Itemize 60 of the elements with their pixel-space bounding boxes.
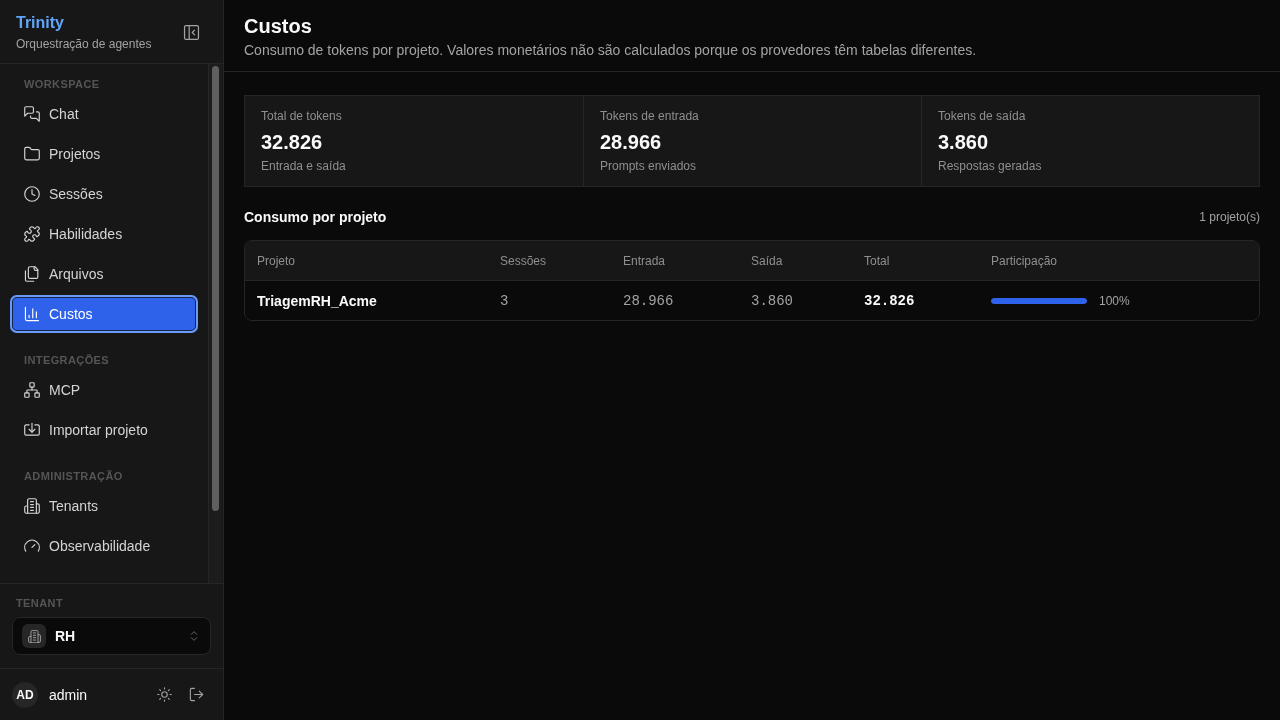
share-percent: 100% xyxy=(1099,293,1130,308)
nav-item[interactable]: Observabilidade xyxy=(10,527,198,565)
nav-item[interactable]: Tenants xyxy=(10,487,198,525)
table-cell-text: 3.860 xyxy=(750,292,794,309)
puzzle-icon xyxy=(24,226,40,242)
section-heading: ADMINISTRAÇÃO xyxy=(23,469,124,484)
nav-item[interactable]: Custos xyxy=(10,295,198,333)
chevrons-up-down-icon xyxy=(188,630,200,642)
stat-label: Tokens de entrada xyxy=(600,108,700,124)
column-header: Sessões xyxy=(499,253,548,268)
nav-item[interactable]: Arquivos xyxy=(10,255,198,293)
table-cell-text: 28.966 xyxy=(622,292,675,309)
stat-caption: Entrada e saída xyxy=(261,158,347,174)
column-header: Saída xyxy=(750,253,784,268)
page-description: Consumo de tokens por projeto. Valores monetários não são calculados porque os provedores têm tabelas diferentes. xyxy=(244,41,978,60)
bar-chart-icon xyxy=(24,306,40,322)
user-name: admin xyxy=(49,686,88,703)
column-header: Participação xyxy=(990,253,1059,268)
page-title: Custos xyxy=(244,14,313,39)
section-heading: INTEGRAÇÕES xyxy=(23,353,111,368)
column-header: Total xyxy=(863,253,891,268)
nav-item[interactable]: Projetos xyxy=(10,135,198,173)
project-count: 1 projeto(s) xyxy=(1199,210,1260,224)
table-cell-text: 32.826 xyxy=(863,292,916,309)
chat-bubbles-icon xyxy=(24,106,40,122)
scrollbar-thumb[interactable] xyxy=(212,66,219,511)
app-tagline: Orquestração de agentes xyxy=(16,35,152,52)
gauge-icon xyxy=(24,538,40,554)
import-icon xyxy=(24,422,40,438)
sun-icon[interactable] xyxy=(157,687,172,702)
folder-icon xyxy=(24,146,40,162)
clock-icon xyxy=(24,186,40,202)
app-name: Trinity xyxy=(16,12,65,33)
log-out-icon[interactable] xyxy=(189,687,204,702)
nav-item[interactable]: Sessões xyxy=(10,175,198,213)
nav-item[interactable]: MCP xyxy=(10,371,198,409)
stat-label: Tokens de saída xyxy=(938,108,1027,124)
column-header: Projeto xyxy=(256,253,297,268)
column-header: Entrada xyxy=(622,253,667,268)
stat-value: 32.826 xyxy=(261,130,324,155)
stat-caption: Respostas geradas xyxy=(938,158,1043,174)
table-cell-text: TriagemRH_Acme xyxy=(256,292,378,309)
nav-item[interactable]: Chat xyxy=(10,95,198,133)
user-avatar: AD xyxy=(12,681,38,708)
building-icon xyxy=(22,624,46,648)
collapse-sidebar-icon[interactable] xyxy=(183,23,200,41)
building-icon xyxy=(24,498,40,514)
table-cell-text: 3 xyxy=(499,292,510,309)
stat-caption: Prompts enviados xyxy=(600,158,698,174)
stat-label: Total de tokens xyxy=(261,108,343,124)
nav-item[interactable]: Importar projeto xyxy=(10,411,198,449)
section-heading: WORKSPACE xyxy=(23,77,101,92)
stat-value: 28.966 xyxy=(600,130,663,155)
section-title: Consumo por projeto xyxy=(244,209,387,225)
stat-value: 3.860 xyxy=(938,130,990,155)
network-icon xyxy=(24,382,40,398)
section-heading: TENANT xyxy=(15,596,64,611)
nav-item[interactable]: Habilidades xyxy=(10,215,198,253)
files-icon xyxy=(24,266,40,282)
tenant-select[interactable]: RH xyxy=(12,617,211,655)
